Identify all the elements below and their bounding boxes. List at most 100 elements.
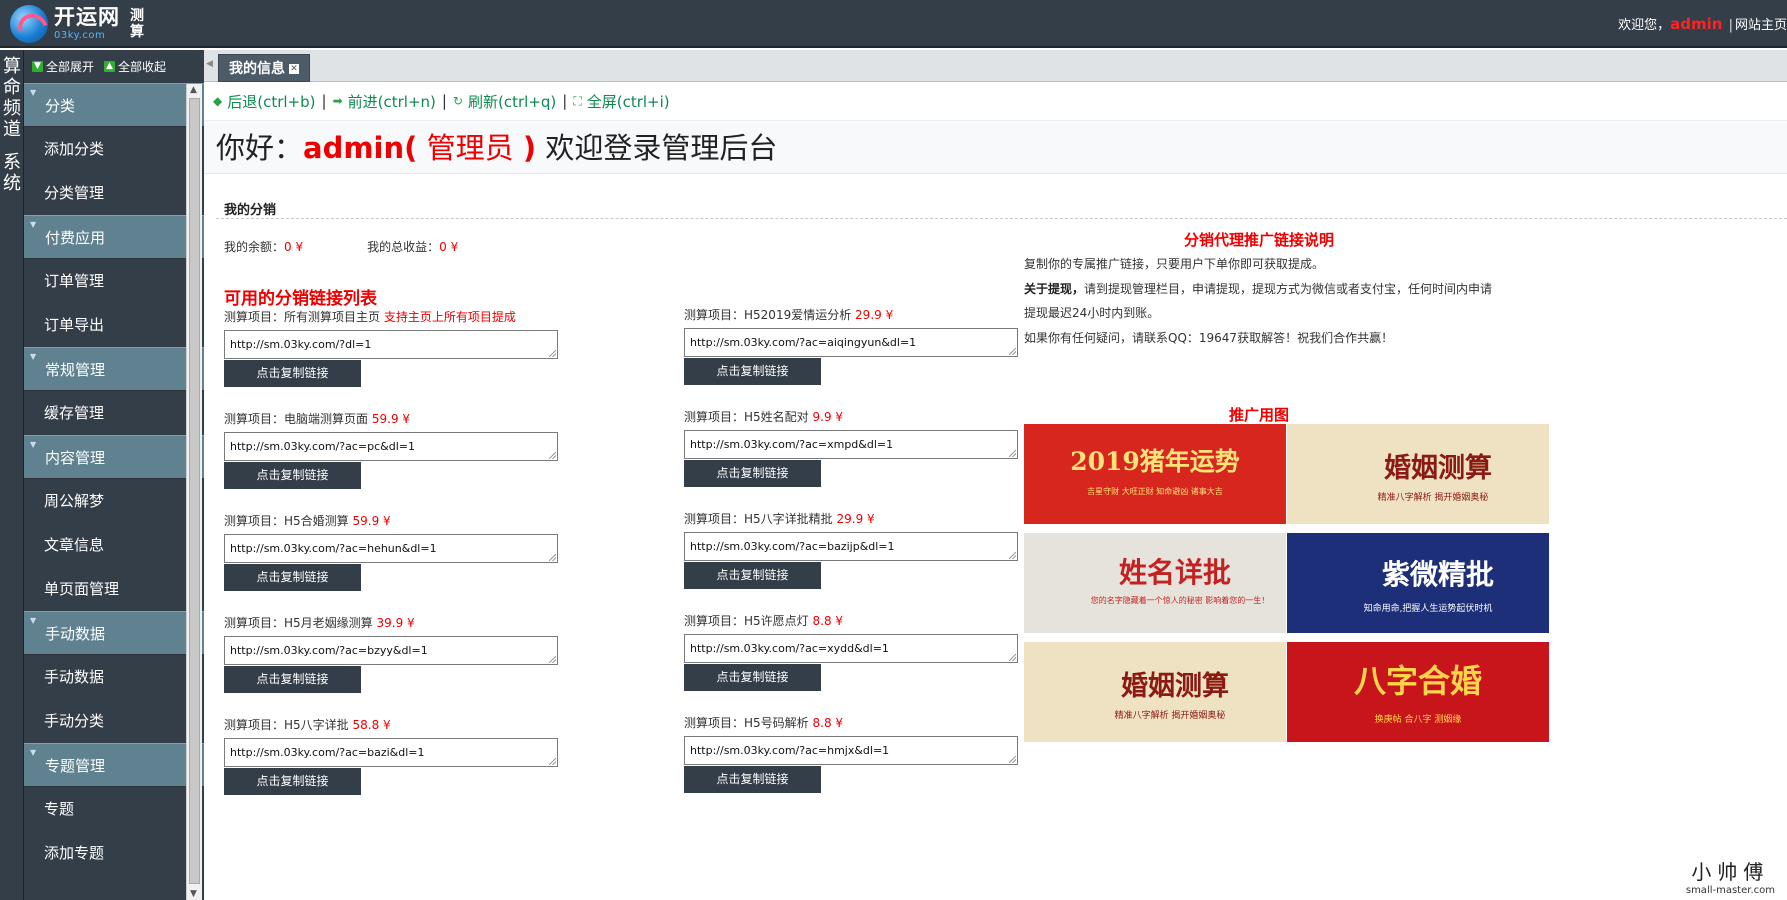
caret-icon: ▼: [30, 440, 37, 449]
sidebar-item-manual-category[interactable]: 手动分类: [24, 699, 204, 743]
sidebar: ▼ 全部展开 ▲ 全部收起 ▼ 分类 添加分类 分类管理 ▼ 付费应用 订单管理 订单导…: [24, 50, 204, 900]
welcome-area: 欢迎您，admin | 网站主页: [1618, 14, 1787, 33]
back-arrow-icon: ◆: [213, 94, 223, 108]
sidebar-item-add-topic[interactable]: 添加专题: [24, 831, 204, 875]
sidebar-group-content[interactable]: ▼ 内容管理: [24, 435, 204, 479]
balance-row: 我的余额：0 ¥ 我的总收益：0 ¥: [224, 240, 459, 254]
link-item: 测算项目：电脑端测算页面 59.9 ¥ http://sm.03ky.com/?…: [224, 410, 564, 489]
sidebar-item-category-manage[interactable]: 分类管理: [24, 171, 204, 215]
caret-icon: ▼: [30, 88, 37, 97]
vtab-fortune-channel[interactable]: 算命频道: [0, 50, 24, 146]
collapse-icon: ▲: [104, 61, 116, 72]
link-url-field[interactable]: http://sm.03ky.com/?ac=xydd&dl=1: [684, 634, 1018, 663]
link-url-field[interactable]: http://sm.03ky.com/?ac=aiqingyun&dl=1: [684, 328, 1018, 357]
explanation-text: 关于提现，请到提现管理栏目，申请提现，提现方式为微信或者支付宝，任何时间内申请提…: [1024, 281, 1493, 321]
collapse-all-button[interactable]: ▲ 全部收起: [104, 58, 166, 75]
sidebar-group-general[interactable]: ▼ 常规管理: [24, 347, 204, 391]
link-url-field[interactable]: http://sm.03ky.com/?ac=bazijp&dl=1: [684, 532, 1018, 561]
balance-value: 0 ¥: [284, 240, 304, 254]
sidebar-item-order-manage[interactable]: 订单管理: [24, 259, 204, 303]
sidebar-scrollbar[interactable]: ▲ ▼: [186, 84, 202, 900]
link-item: 测算项目：H52019爱情运分析 29.9 ¥ http://sm.03ky.c…: [684, 306, 1024, 385]
copy-link-button[interactable]: 点击复制链接: [684, 358, 821, 385]
promo-banner[interactable]: 2019猪年运势 吉星守财 大旺正财 知命避凶 诸事大吉: [1024, 424, 1286, 524]
site-logo[interactable]: 开运网 03ky.com 测算: [10, 4, 146, 44]
refresh-icon: ↻: [452, 94, 463, 108]
sidebar-item-cache-manage[interactable]: 缓存管理: [24, 391, 204, 435]
username-link[interactable]: admin: [1670, 15, 1722, 33]
main-content: ◀ 我的信息 ✕ ◆ 后退(ctrl+b) | ➡ 前进(ctrl+n) | ↻ 刷新(…: [204, 50, 1787, 900]
caret-icon: ▼: [30, 748, 37, 757]
sidebar-item-articles[interactable]: 文章信息: [24, 523, 204, 567]
sidebar-group-manual-data[interactable]: ▼ 手动数据: [24, 611, 204, 655]
sidebar-group-category[interactable]: ▼ 分类: [24, 83, 204, 127]
forward-button[interactable]: ➡ 前进(ctrl+n): [333, 91, 436, 112]
explanation-text: 如果你有任何疑问，请联系QQ：19647获取解答！祝我们合作共赢！: [1024, 330, 1394, 345]
caret-icon: ▼: [30, 616, 37, 625]
tab-my-info[interactable]: 我的信息 ✕: [218, 54, 310, 82]
sidebar-group-topics[interactable]: ▼ 专题管理: [24, 743, 204, 787]
sidebar-item-dream[interactable]: 周公解梦: [24, 479, 204, 523]
tab-bar: ◀ 我的信息 ✕: [204, 50, 1787, 82]
sidebar-item-add-category[interactable]: 添加分类: [24, 127, 204, 171]
welcome-heading: 你好：admin( 管理员 ) 欢迎登录管理后台: [204, 120, 1787, 174]
tab-close-icon[interactable]: ✕: [289, 64, 299, 74]
explanation-title: 分销代理推广链接说明: [1183, 231, 1334, 249]
link-url-field[interactable]: http://sm.03ky.com/?ac=hmjx&dl=1: [684, 736, 1018, 765]
copy-link-button[interactable]: 点击复制链接: [684, 562, 821, 589]
copy-link-button[interactable]: 点击复制链接: [684, 460, 821, 487]
promo-banner[interactable]: 姓名详批 您的名字隐藏着一个惊人的秘密 影响着您的一生！: [1024, 533, 1286, 633]
scroll-up-icon[interactable]: ▲: [190, 85, 197, 95]
fullscreen-icon: ⛶: [573, 93, 582, 108]
promo-banner[interactable]: 婚姻测算 精准八字解析 揭开婚姻奥秘: [1024, 642, 1286, 742]
tab-scroll-left-icon[interactable]: ◀: [206, 59, 213, 69]
vertical-tab-strip: 算命频道 系统: [0, 50, 24, 900]
link-item: 测算项目：H5号码解析 8.8 ¥ http://sm.03ky.com/?ac…: [684, 714, 1024, 793]
link-url-field[interactable]: http://sm.03ky.com/?dl=1: [224, 330, 558, 359]
site-home-link[interactable]: 网站主页: [1735, 18, 1787, 33]
sidebar-group-paid-apps[interactable]: ▼ 付费应用: [24, 215, 204, 259]
copy-link-button[interactable]: 点击复制链接: [224, 360, 361, 387]
expand-all-button[interactable]: ▼ 全部展开: [32, 58, 94, 75]
back-button[interactable]: ◆ 后退(ctrl+b): [213, 91, 316, 112]
copy-link-button[interactable]: 点击复制链接: [684, 664, 821, 691]
promo-banner[interactable]: 紫微精批 知命用命,把握人生运势起伏时机: [1287, 533, 1549, 633]
copy-link-button[interactable]: 点击复制链接: [224, 564, 361, 591]
forward-arrow-icon: ➡: [332, 94, 343, 108]
link-url-field[interactable]: http://sm.03ky.com/?ac=pc&dl=1: [224, 432, 558, 461]
watermark: 小帅傅 small-master.com: [1685, 860, 1775, 896]
income-value: 0 ¥: [439, 240, 459, 254]
link-item: 测算项目：H5许愿点灯 8.8 ¥ http://sm.03ky.com/?ac…: [684, 612, 1024, 691]
sidebar-item-order-export[interactable]: 订单导出: [24, 303, 204, 347]
expand-icon: ▼: [32, 61, 43, 72]
link-url-field[interactable]: http://sm.03ky.com/?ac=bzyy&dl=1: [224, 636, 558, 665]
refresh-button[interactable]: ↻ 刷新(ctrl+q): [453, 91, 556, 112]
link-url-field[interactable]: http://sm.03ky.com/?ac=xmpd&dl=1: [684, 430, 1018, 459]
promo-banner[interactable]: 八字合婚 换庚帖 合八字 测姻缘: [1287, 642, 1549, 742]
link-item: 测算项目：H5八字详批 58.8 ¥ http://sm.03ky.com/?a…: [224, 716, 564, 795]
link-item: 测算项目：H5月老姻缘测算 39.9 ¥ http://sm.03ky.com/…: [224, 614, 564, 693]
link-url-field[interactable]: http://sm.03ky.com/?ac=hehun&dl=1: [224, 534, 558, 563]
sidebar-item-single-page[interactable]: 单页面管理: [24, 567, 204, 611]
sidebar-item-topic[interactable]: 专题: [24, 787, 204, 831]
scroll-down-icon[interactable]: ▼: [190, 889, 197, 899]
logo-domain: 03ky.com: [54, 30, 106, 41]
promo-images-title: 推广用图: [1228, 406, 1289, 424]
sidebar-item-manual-data[interactable]: 手动数据: [24, 655, 204, 699]
vtab-system[interactable]: 系统: [0, 146, 24, 200]
logo-icon: [10, 5, 48, 43]
fullscreen-button[interactable]: ⛶ 全屏(ctrl+i): [573, 91, 669, 112]
copy-link-button[interactable]: 点击复制链接: [224, 666, 361, 693]
top-header: 开运网 03ky.com 测算 欢迎您，admin | 网站主页: [0, 0, 1787, 48]
logo-subtitle: 测算: [130, 8, 144, 40]
link-item: 测算项目：H5合婚测算 59.9 ¥ http://sm.03ky.com/?a…: [224, 512, 564, 591]
copy-link-button[interactable]: 点击复制链接: [684, 766, 821, 793]
link-url-field[interactable]: http://sm.03ky.com/?ac=bazi&dl=1: [224, 738, 558, 767]
logo-name: 开运网: [54, 5, 120, 29]
copy-link-button[interactable]: 点击复制链接: [224, 462, 361, 489]
copy-link-button[interactable]: 点击复制链接: [224, 768, 361, 795]
caret-icon: ▼: [30, 220, 37, 229]
link-item: 测算项目：H5姓名配对 9.9 ¥ http://sm.03ky.com/?ac…: [684, 408, 1024, 487]
scrollbar-thumb[interactable]: [189, 98, 200, 884]
promo-banner[interactable]: 婚姻测算 精准八字解析 揭开婚姻奥秘: [1287, 424, 1549, 524]
